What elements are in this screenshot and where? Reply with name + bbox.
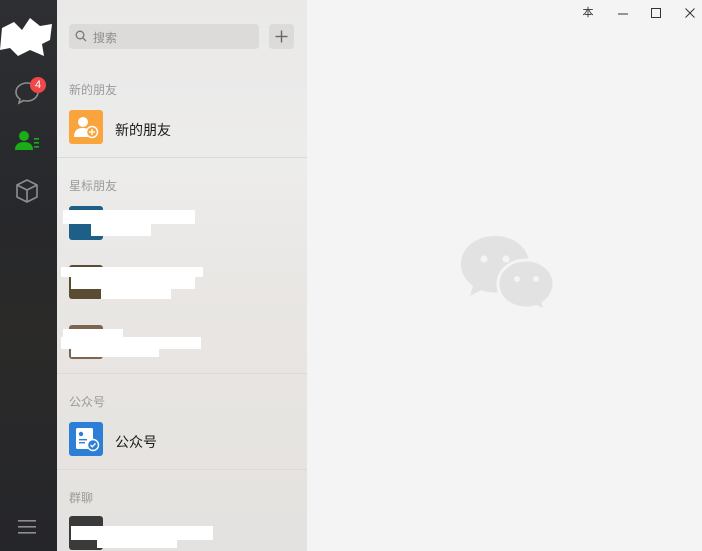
close-icon bbox=[685, 8, 695, 18]
pin-icon: 本 bbox=[582, 7, 594, 19]
list-item[interactable] bbox=[57, 265, 307, 305]
maximize-button[interactable] bbox=[646, 4, 666, 22]
pin-button[interactable]: 本 bbox=[578, 4, 598, 22]
user-avatar[interactable] bbox=[0, 10, 52, 58]
new-friends-item[interactable]: 新的朋友 bbox=[115, 120, 171, 140]
search-icon bbox=[75, 30, 87, 42]
divider bbox=[57, 469, 307, 470]
section-header-new-friends: 新的朋友 bbox=[69, 83, 118, 97]
minimize-button[interactable] bbox=[613, 4, 633, 22]
section-header-starred: 星标朋友 bbox=[69, 179, 118, 193]
contacts-icon[interactable] bbox=[14, 128, 40, 154]
contact-list-pane: 搜索 新的朋友 新的朋友 星标朋友 公众号 公众号 群聊 bbox=[57, 0, 307, 551]
favorites-cube-icon[interactable] bbox=[14, 178, 40, 204]
official-account-icon bbox=[69, 422, 103, 456]
section-header-groups: 群聊 bbox=[69, 491, 94, 505]
official-accounts-item[interactable]: 公众号 bbox=[115, 432, 157, 452]
close-button[interactable] bbox=[680, 4, 700, 22]
new-friend-icon bbox=[69, 110, 103, 144]
redaction bbox=[71, 347, 159, 357]
section-header-official: 公众号 bbox=[69, 395, 106, 409]
main-content-pane: 本 bbox=[307, 0, 702, 551]
divider bbox=[57, 373, 307, 374]
maximize-icon bbox=[651, 8, 661, 18]
redaction bbox=[61, 267, 203, 277]
nav-rail: 4 bbox=[0, 0, 57, 551]
redaction bbox=[71, 277, 195, 289]
list-item[interactable] bbox=[57, 516, 307, 551]
add-contact-button[interactable] bbox=[269, 24, 294, 49]
divider bbox=[57, 157, 307, 158]
minimize-icon bbox=[618, 13, 628, 15]
list-item[interactable] bbox=[57, 204, 307, 244]
search-placeholder: 搜索 bbox=[93, 31, 118, 45]
redaction bbox=[91, 222, 151, 236]
redaction bbox=[101, 289, 171, 299]
search-input[interactable]: 搜索 bbox=[69, 24, 259, 49]
redaction bbox=[97, 538, 177, 548]
list-item[interactable] bbox=[57, 325, 307, 365]
menu-icon[interactable] bbox=[14, 514, 40, 540]
wechat-logo-icon bbox=[461, 236, 556, 314]
unread-badge: 4 bbox=[30, 77, 46, 93]
plus-icon bbox=[275, 30, 288, 43]
